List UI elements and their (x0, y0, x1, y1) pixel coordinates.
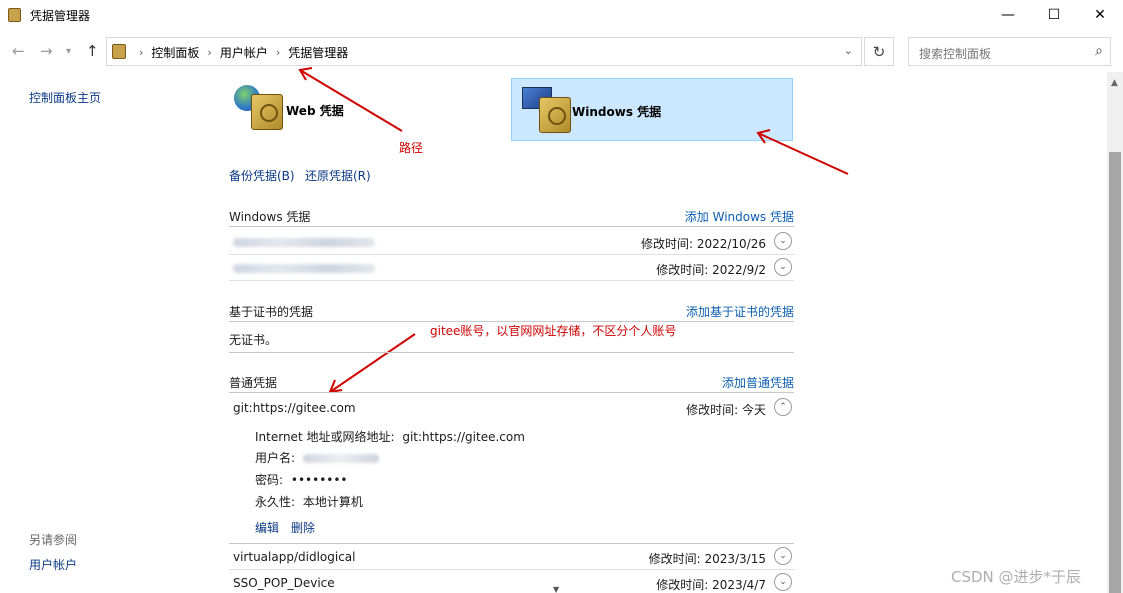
expand-chevron-icon[interactable]: ⌄ (774, 232, 792, 250)
sidebar-item-control-panel-home[interactable]: 控制面板主页 (29, 89, 101, 106)
annotation-path: 路径 (399, 141, 424, 155)
search-box[interactable]: 搜索控制面板 ⌕ (908, 37, 1111, 66)
title-bar: 凭据管理器 — ☐ ✕ (0, 0, 1123, 30)
backup-credentials-link[interactable]: 备份凭据(B) (229, 167, 295, 184)
navigation-bar: ← → ▾ ↑ › 控制面板 › 用户帐户 › 凭据管理器 ⌄ ↻ 搜索控制面板… (0, 30, 1123, 72)
detail-username: 用户名: (255, 449, 379, 466)
modified-time: 修改时间: 今天 (686, 403, 766, 417)
breadcrumb: › 控制面板 › 用户帐户 › 凭据管理器 (131, 44, 348, 61)
credential-name: SSO_POP_Device (233, 576, 335, 590)
scrollbar-thumb[interactable] (1109, 152, 1121, 593)
back-arrow-icon[interactable]: ← (12, 42, 25, 60)
credential-row[interactable]: 修改时间: 2022/9/2 ⌄ (229, 255, 794, 281)
credential-row[interactable]: 修改时间: 2022/10/26 ⌄ (229, 229, 794, 255)
redacted-username (302, 454, 379, 463)
expand-chevron-icon[interactable]: ⌄ (774, 258, 792, 276)
address-value: git:https://gitee.com (402, 430, 525, 444)
collapse-chevron-icon[interactable]: ⌃ (774, 398, 792, 416)
breadcrumb-control-panel[interactable]: 控制面板 (151, 44, 199, 61)
windows-credentials-tile[interactable]: Windows 凭据 (511, 78, 793, 141)
maximize-button[interactable]: ☐ (1031, 0, 1077, 30)
detail-password: 密码: •••••••• (255, 471, 348, 488)
window-title: 凭据管理器 (30, 9, 91, 23)
minimize-button[interactable]: — (985, 0, 1031, 30)
up-arrow-icon[interactable]: ↑ (86, 42, 99, 60)
credential-row[interactable]: SSO_POP_Device 修改时间: 2023/4/7 ⌄ (229, 570, 794, 593)
vault-icon (539, 97, 571, 133)
expand-chevron-icon[interactable]: ⌄ (774, 547, 792, 565)
persistence-label: 永久性: (255, 495, 296, 509)
watermark: CSDN @进步*于辰 (951, 568, 1082, 586)
breadcrumb-credential-manager[interactable]: 凭据管理器 (288, 44, 348, 61)
redacted-name (233, 264, 375, 273)
section-title: Windows 凭据 (229, 210, 311, 224)
no-certificates-text: 无证书。 (229, 333, 278, 347)
web-credentials-label: Web 凭据 (286, 104, 344, 118)
scroll-up-icon[interactable]: ▲ (1111, 78, 1118, 88)
add-generic-credential-link[interactable]: 添加普通凭据 (722, 374, 794, 391)
windows-credentials-label: Windows 凭据 (572, 105, 662, 119)
section-title: 普通凭据 (229, 376, 278, 390)
credential-manager-icon (8, 8, 21, 22)
control-panel-icon (112, 44, 126, 59)
detail-address: Internet 地址或网络地址: git:https://gitee.com (255, 428, 525, 445)
web-credentials-tile[interactable]: Web 凭据 (229, 78, 499, 140)
redacted-name (233, 238, 375, 247)
windows-credentials-header: Windows 凭据 添加 Windows 凭据 (229, 205, 794, 227)
credential-row[interactable]: virtualapp/didlogical 修改时间: 2023/3/15 ⌄ (229, 544, 794, 570)
credential-name: git:https://gitee.com (233, 401, 356, 415)
username-label: 用户名: (255, 451, 296, 465)
vault-icon (251, 94, 283, 130)
forward-arrow-icon[interactable]: → (40, 42, 53, 60)
generic-credentials-header: 普通凭据 添加普通凭据 (229, 371, 794, 393)
divider (229, 352, 794, 353)
address-label: Internet 地址或网络地址: (255, 430, 395, 444)
refresh-button[interactable]: ↻ (864, 37, 894, 66)
scroll-down-chevron-icon[interactable]: ▼ (553, 585, 559, 593)
credential-name: virtualapp/didlogical (233, 550, 356, 564)
password-value: •••••••• (290, 473, 348, 487)
modified-time: 修改时间: 2023/3/15 (648, 552, 766, 566)
expand-chevron-icon[interactable]: ⌄ (774, 573, 792, 591)
sidebar-see-also-heading: 另请参阅 (29, 533, 78, 547)
delete-credential-link[interactable]: 删除 (291, 519, 315, 536)
add-certificate-credential-link[interactable]: 添加基于证书的凭据 (686, 303, 794, 320)
search-icon[interactable]: ⌕ (1095, 43, 1103, 59)
vertical-scrollbar[interactable]: ▲ (1107, 72, 1123, 593)
credential-row-expanded[interactable]: git:https://gitee.com 修改时间: 今天 ⌃ (229, 395, 794, 421)
breadcrumb-separator-icon[interactable]: › (276, 46, 280, 59)
sidebar-item-user-accounts[interactable]: 用户帐户 (29, 556, 77, 573)
certificate-credentials-header: 基于证书的凭据 添加基于证书的凭据 (229, 300, 794, 322)
detail-persistence: 永久性: 本地计算机 (255, 493, 363, 510)
add-windows-credential-link[interactable]: 添加 Windows 凭据 (685, 208, 794, 225)
breadcrumb-separator-icon: › (139, 46, 144, 59)
annotation-gitee: gitee账号，以官网网址存储，不区分个人账号 (430, 324, 677, 338)
restore-credentials-link[interactable]: 还原凭据(R) (305, 167, 371, 184)
refresh-icon: ↻ (872, 42, 886, 61)
address-bar[interactable]: › 控制面板 › 用户帐户 › 凭据管理器 ⌄ (106, 37, 862, 66)
close-button[interactable]: ✕ (1077, 0, 1123, 30)
address-dropdown-chevron-icon[interactable]: ⌄ (844, 44, 853, 57)
section-title: 基于证书的凭据 (229, 305, 314, 319)
search-input[interactable]: 搜索控制面板 (919, 45, 991, 62)
modified-time: 修改时间: 2023/4/7 (656, 578, 766, 592)
modified-time: 修改时间: 2022/10/26 (640, 237, 766, 251)
breadcrumb-separator-icon[interactable]: › (207, 46, 211, 59)
persistence-value: 本地计算机 (302, 495, 363, 509)
password-label: 密码: (255, 473, 284, 487)
breadcrumb-user-accounts[interactable]: 用户帐户 (220, 44, 268, 61)
edit-credential-link[interactable]: 编辑 (255, 519, 279, 536)
recent-locations-chevron-icon[interactable]: ▾ (66, 46, 71, 57)
modified-time: 修改时间: 2022/9/2 (656, 263, 766, 277)
